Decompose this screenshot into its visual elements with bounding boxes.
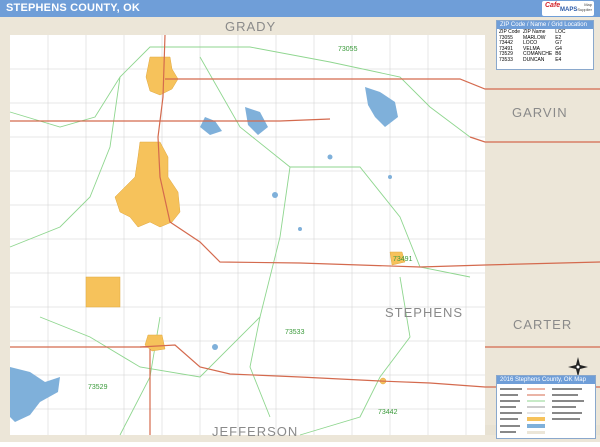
- zip-label-comanche: 73529: [88, 384, 108, 391]
- map-key-heading: 2016 Stephens County, OK Map: [497, 376, 595, 384]
- neighbor-county-west: [0, 17, 10, 442]
- zip-label-duncan: 73533: [285, 329, 305, 336]
- zip-legend-heading: ZIP Code / Name / Grid Location: [497, 21, 593, 29]
- comanche-city: [85, 276, 121, 308]
- county-label-south: JEFFERSON: [212, 424, 298, 439]
- county-label-north: GRADY: [225, 19, 276, 34]
- map-title: STEPHENS COUNTY, OK: [6, 2, 140, 14]
- zip-label-loco: 73442: [378, 409, 398, 416]
- map-canvas[interactable]: GRADY GARVIN STEPHENS CARTER JEFFERSON 7…: [0, 17, 600, 442]
- map-key-legend: 2016 Stephens County, OK Map: [496, 375, 596, 439]
- zip-loc: E4: [555, 56, 562, 63]
- county-label-east-upper: GARVIN: [512, 105, 568, 120]
- zip-code-legend: ZIP Code / Name / Grid Location ZIP Code…: [496, 20, 594, 70]
- zip-legend-table: ZIP Code ZIP Name LOC 73055 MARLOW E2 73…: [499, 29, 568, 64]
- county-label-east-lower: CARTER: [513, 317, 572, 332]
- zip-code: 73533: [499, 56, 513, 63]
- map-poster: STEPHENS COUNTY, OK Cafe MAPS Map Suppli…: [0, 0, 600, 442]
- title-bar: STEPHENS COUNTY, OK Cafe MAPS Map Suppli…: [0, 0, 600, 17]
- zip-label-velma: 73491: [393, 256, 413, 263]
- brand-logo: Cafe MAPS Map Supplier: [542, 1, 594, 16]
- zip-label-marlow-north: 73055: [338, 46, 358, 53]
- zip-legend-row: 73533 DUNCAN E4: [499, 56, 568, 64]
- map-key-symbols: [500, 388, 584, 434]
- zip-name: DUNCAN: [523, 56, 545, 63]
- brand-logo-text: Cafe: [545, 2, 561, 9]
- brand-tagline: Map Supplier: [577, 2, 592, 12]
- county-label-center: STEPHENS: [385, 305, 463, 320]
- brand-logo-subtext: MAPS: [560, 7, 578, 13]
